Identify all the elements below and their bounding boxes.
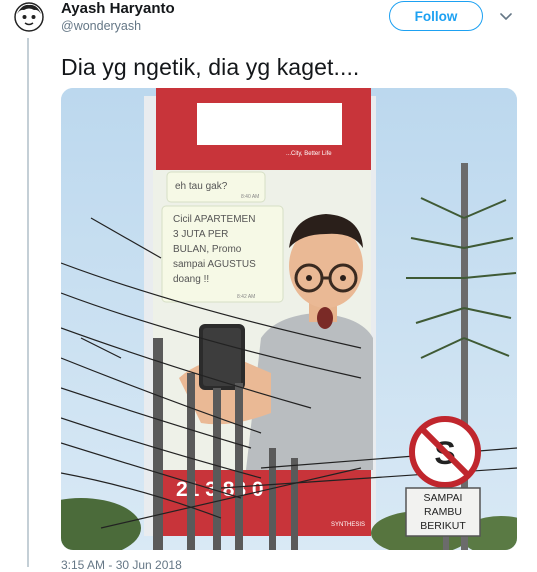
billboard-tagline: ...City, Better Life bbox=[286, 151, 332, 157]
chat-answer-line-3: BULAN, Promo bbox=[173, 244, 242, 255]
road-plate-line-2: RAMBU bbox=[424, 506, 462, 518]
road-plate-line-1: SAMPAI bbox=[424, 492, 463, 504]
thread-line bbox=[27, 38, 29, 567]
tweet-photo[interactable]: ...City, Better Life eh tau gak? 8:40 AM… bbox=[61, 88, 517, 550]
redacted-block bbox=[197, 103, 342, 145]
chat-question-time: 8:40 AM bbox=[241, 194, 259, 200]
tweet-timestamp[interactable]: 3:15 AM - 30 Jun 2018 bbox=[61, 558, 182, 572]
avatar[interactable] bbox=[14, 2, 44, 32]
billboard-photo: ...City, Better Life eh tau gak? 8:40 AM… bbox=[61, 88, 517, 550]
road-plate-line-3: BERIKUT bbox=[420, 520, 466, 532]
avatar-face-icon bbox=[14, 2, 44, 32]
billboard-brand: SYNTHESIS bbox=[331, 522, 365, 528]
chat-answer-line-4: sampai AGUSTUS bbox=[173, 259, 256, 270]
follow-button[interactable]: Follow bbox=[389, 1, 483, 31]
chat-answer-line-5: doang !! bbox=[173, 274, 209, 285]
tweet-text: Dia yg ngetik, dia yg kaget.... bbox=[61, 54, 360, 80]
chevron-down-icon[interactable] bbox=[498, 8, 514, 24]
author-name[interactable]: Ayash Haryanto bbox=[61, 0, 175, 17]
author-handle[interactable]: @wonderyash bbox=[61, 19, 141, 33]
chat-answer-time: 8:42 AM bbox=[237, 294, 255, 300]
chat-question: eh tau gak? bbox=[175, 181, 228, 192]
chat-answer-line-1: Cicil APARTEMEN bbox=[173, 214, 255, 225]
chat-answer-line-2: 3 JUTA PER bbox=[173, 229, 228, 240]
